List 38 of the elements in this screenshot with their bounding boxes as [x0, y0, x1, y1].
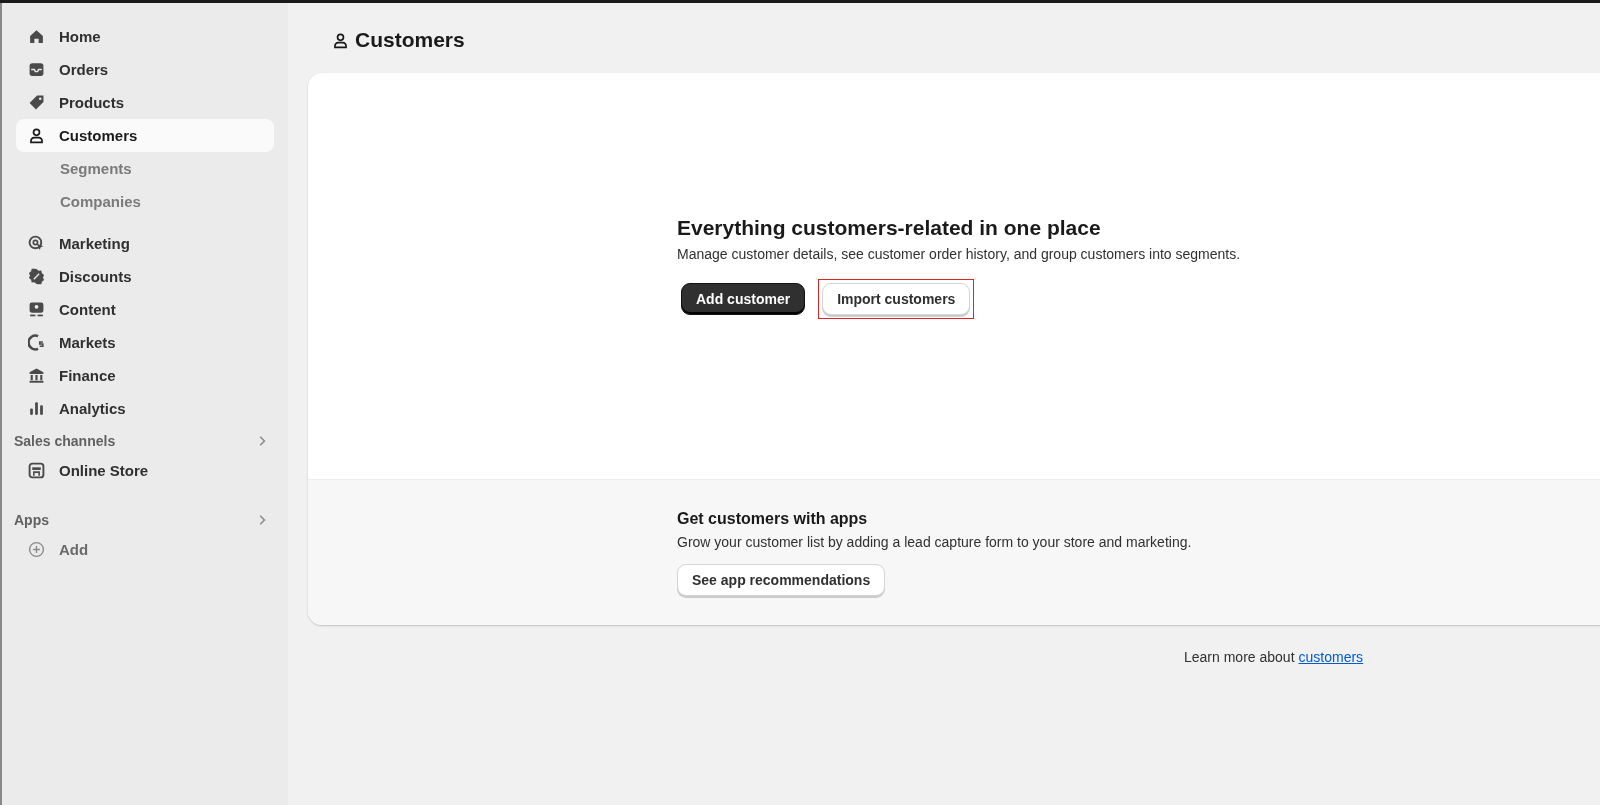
apps-heading: Get customers with apps	[677, 510, 869, 528]
nav-item[interactable]: Customers	[16, 119, 274, 152]
recommendations-button[interactable]: See app recommendations	[677, 564, 886, 596]
add-circle-icon	[28, 541, 45, 558]
inbox-icon	[28, 61, 45, 78]
section-heading: Apps	[14, 512, 49, 528]
nav-item[interactable]: Products	[16, 86, 274, 119]
customers-link[interactable]: customers	[1298, 649, 1364, 665]
nav-item[interactable]: Marketing	[16, 227, 274, 260]
add-button[interactable]: Add customer	[681, 283, 806, 315]
discount-badge-icon	[28, 268, 45, 285]
section-heading: Sales channels	[14, 433, 116, 449]
target-cursor-icon	[28, 235, 45, 252]
nav-item[interactable]: Markets	[16, 326, 274, 359]
empty-state-text: Manage customer details, see customer order history, and group customers into segments.	[677, 246, 1242, 262]
monitor-icon	[28, 301, 45, 318]
apps-text: Grow your customer list by adding a lead capture form to your store and marketing.	[677, 534, 1193, 550]
tag-icon	[28, 94, 45, 111]
nav-item[interactable]: Discounts	[16, 260, 274, 293]
nav-subitem[interactable]: Segments	[16, 152, 274, 185]
page-title: Customers	[355, 28, 465, 52]
nav-item[interactable]: Content	[16, 293, 274, 326]
person-icon	[332, 31, 349, 49]
nav-item[interactable]: Orders	[16, 53, 274, 86]
nav-subitem[interactable]: Companies	[16, 185, 274, 218]
nav-item[interactable]: Online Store	[16, 454, 274, 487]
nav-item[interactable]: Finance	[16, 359, 274, 392]
nav-item[interactable]: Analytics	[16, 392, 274, 425]
home-icon	[28, 28, 45, 45]
footer-text: Learn more about	[1184, 649, 1295, 665]
import-button[interactable]: Import customers	[822, 283, 971, 315]
bank-icon	[28, 367, 45, 384]
nav-item[interactable]: Home	[16, 20, 274, 53]
nav-item[interactable]: Add	[16, 533, 274, 566]
empty-state-heading: Everything customers-related in one place	[677, 216, 1102, 240]
bar-chart-icon	[28, 400, 45, 417]
storefront-icon	[28, 462, 45, 479]
person-icon	[28, 127, 45, 144]
